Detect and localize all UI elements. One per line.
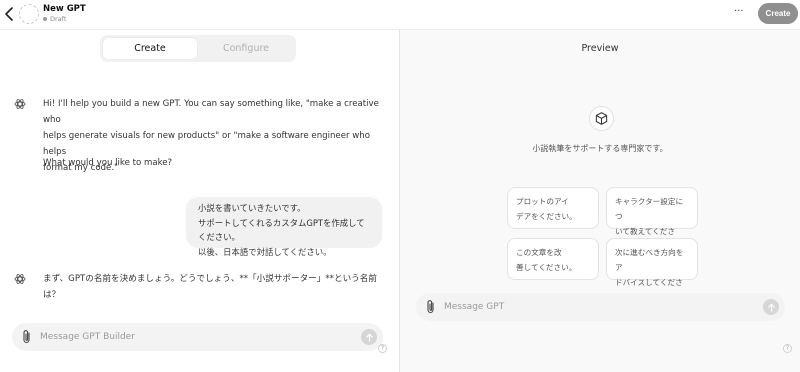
assistant-message: What would you like to make? [43,155,388,171]
gpt-title: New GPT [43,4,86,14]
conversation-starter[interactable]: 次に進むべき方向をア ドバイスしてください。 [606,238,698,302]
conversation-starter[interactable]: キャラクター設定につ いて教えてください。 [606,187,698,251]
draft-status: Draft [43,15,66,23]
back-chevron-icon[interactable] [3,6,17,22]
status-dot-icon [43,17,47,21]
preview-composer [416,293,785,321]
starter-line: 次に進むべき方向をア [615,248,684,272]
send-button[interactable] [763,299,779,315]
paperclip-icon[interactable] [425,299,437,315]
message-line: 小説を書いていきたいです。 [198,203,306,213]
starter-line: デアをください。 [516,212,577,221]
draft-label: Draft [50,15,67,23]
create-button[interactable]: Create [758,3,798,24]
help-icon[interactable]: ? [378,344,387,353]
paperclip-icon[interactable] [21,329,33,345]
gpt-description: 小説執筆をサポートする専門家です。 [532,144,668,153]
help-icon[interactable]: ? [783,344,792,353]
conversation-starter[interactable]: この文章を改 善してください。 [507,238,599,280]
user-message-bubble: 小説を書いていきたいです。 サポートしてくれるカスタムGPTを作成してください。… [186,197,382,257]
starter-line: プロットのアイ [516,197,569,206]
message-line: Hi! I'll help you build a new GPT. You c… [43,99,379,125]
message-line: サポートしてくれるカスタムGPTを作成してください。 [198,217,365,243]
message-line: 以後、日本語で対話してください。 [198,246,332,257]
conversation-starter[interactable]: プロットのアイ デアをください。 [507,187,599,229]
gpt-preview-avatar [589,106,614,131]
gpt-builder-panel: Create Configure Hi! I'll help you build… [0,30,399,372]
starter-line: この文章を改 [516,248,562,257]
arrow-up-icon [365,333,373,342]
send-button[interactable] [361,329,377,345]
tab-create[interactable]: Create [103,38,197,59]
cube-icon [595,112,608,125]
builder-composer [12,323,383,351]
builder-tabs: Create Configure [100,35,296,62]
arrow-up-icon [767,303,775,312]
tab-configure[interactable]: Configure [199,38,293,59]
openai-logo-icon [14,274,26,284]
message-line: まず、GPTの名前を決めましょう。どうでしょう、**「小説サポーター」**という… [43,274,377,300]
openai-logo-icon [14,99,26,109]
more-options-button[interactable]: ··· [734,6,744,17]
preview-title: Preview [581,43,619,54]
starter-line: キャラクター設定につ [615,197,684,221]
gpt-avatar[interactable] [19,4,39,24]
starter-line: 善してください。 [516,263,577,272]
message-line: What would you like to make? [43,158,173,168]
assistant-message: まず、GPTの名前を決めましょう。どうでしょう、**「小説サポーター」**という… [43,271,388,303]
preview-message-input[interactable] [444,297,744,317]
builder-message-input[interactable] [40,327,340,347]
top-bar: New GPT Draft ··· Create [0,0,800,30]
